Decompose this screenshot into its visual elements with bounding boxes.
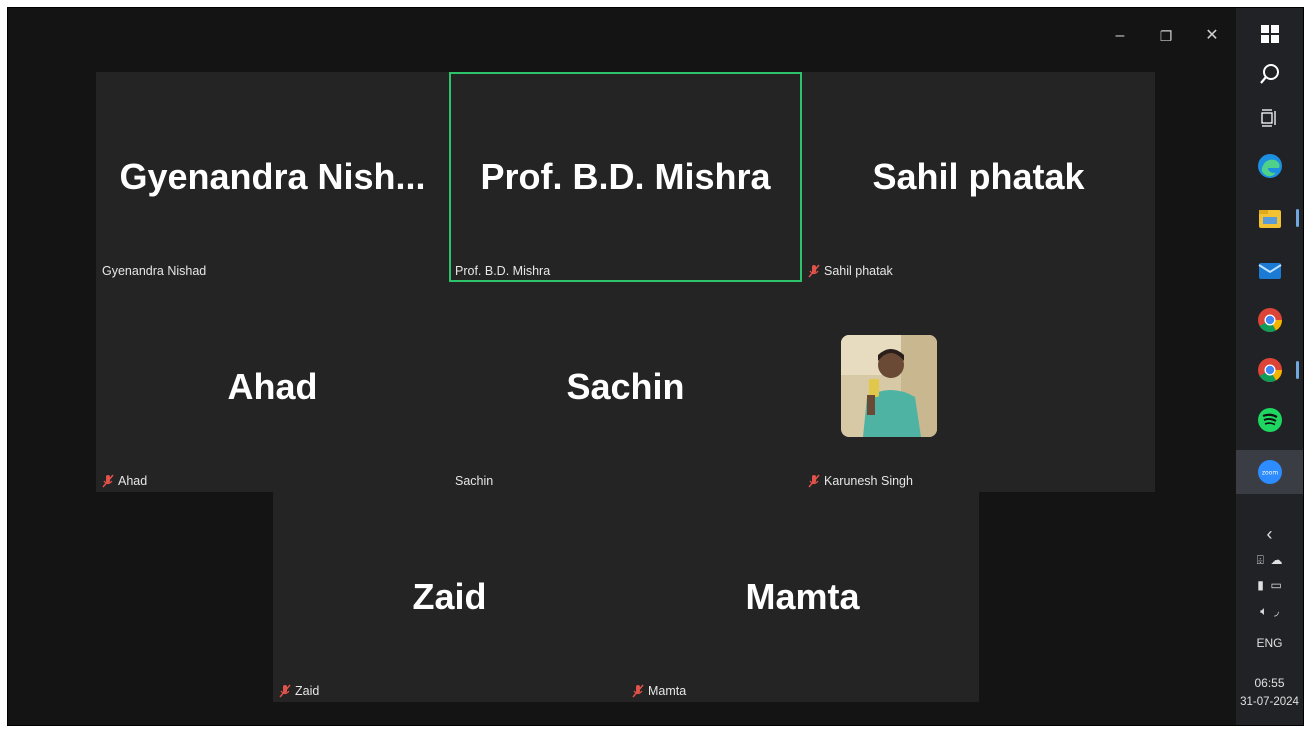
clock-time[interactable]: 06:55 bbox=[1236, 676, 1303, 690]
participant-name-label: Mamta bbox=[632, 684, 686, 698]
clock-date[interactable]: 31-07-2024 bbox=[1236, 696, 1303, 708]
participant-display-name: Prof. B.D. Mishra bbox=[480, 156, 771, 197]
participant-name-label: Zaid bbox=[279, 684, 319, 698]
system-tray-row: ⌹ ☁ bbox=[1236, 553, 1303, 568]
participant-tile[interactable]: Mamta Mamta bbox=[626, 492, 979, 702]
search-icon[interactable] bbox=[1236, 54, 1303, 94]
participant-name-label: Gyenandra Nishad bbox=[102, 264, 207, 278]
onedrive-icon[interactable]: ☁ bbox=[1270, 553, 1282, 567]
participant-tile[interactable]: Zaid Zaid bbox=[273, 492, 626, 702]
running-indicator bbox=[1296, 361, 1299, 379]
system-tray-row: 🔈︎ ◞ bbox=[1236, 604, 1303, 619]
participant-display-name: Ahad bbox=[227, 366, 318, 407]
participant-display-name: Sahil phatak bbox=[872, 156, 1085, 197]
chrome-icon[interactable] bbox=[1236, 350, 1303, 390]
screen: – ❐ ✕ Gyenandra Nish... Gyenandra Nishad… bbox=[7, 7, 1304, 726]
participant-name-label: Karunesh Singh bbox=[808, 474, 913, 488]
participant-name-label: Prof. B.D. Mishra bbox=[455, 264, 551, 278]
running-indicator bbox=[1296, 209, 1299, 227]
language-indicator[interactable]: ENG bbox=[1236, 636, 1303, 650]
participant-name-label: Sachin bbox=[455, 474, 494, 488]
show-hidden-icons-chevron[interactable]: ‹ bbox=[1236, 524, 1303, 545]
minimize-button[interactable]: – bbox=[1105, 24, 1135, 48]
close-button[interactable]: ✕ bbox=[1197, 24, 1227, 48]
participant-tile[interactable]: Sachin Sachin bbox=[449, 282, 802, 492]
restore-button[interactable]: ❐ bbox=[1151, 24, 1181, 48]
muted-mic-icon bbox=[808, 264, 820, 278]
participant-display-name: Gyenandra Nish... bbox=[119, 156, 426, 197]
edge-icon[interactable] bbox=[1236, 146, 1303, 186]
mail-icon[interactable] bbox=[1236, 250, 1303, 290]
participant-display-name: Mamta bbox=[745, 576, 860, 617]
microphone-icon[interactable]: ▮ bbox=[1257, 578, 1264, 592]
participant-display-name: Sachin bbox=[566, 366, 685, 407]
muted-mic-icon bbox=[279, 684, 291, 698]
taskbar: zoom ‹ ⌹ ☁ ▮ ▭ 🔈︎ ◞ ENG 06:55 31-07-2024 bbox=[1236, 8, 1303, 725]
task-view-icon[interactable] bbox=[1236, 98, 1303, 138]
participant-tile-active-speaker[interactable]: Prof. B.D. Mishra Prof. B.D. Mishra bbox=[449, 72, 802, 282]
participant-name-label: Ahad bbox=[102, 474, 147, 488]
participant-tile[interactable]: Gyenandra Nish... Gyenandra Nishad bbox=[96, 72, 449, 282]
volume-icon[interactable]: 🔈︎ bbox=[1260, 604, 1267, 618]
wifi-icon[interactable]: ◞ bbox=[1274, 604, 1279, 618]
participant-tile[interactable]: Ahad Ahad bbox=[96, 282, 449, 492]
windows-start-icon[interactable] bbox=[1236, 14, 1303, 54]
participant-display-name: Zaid bbox=[412, 576, 487, 617]
battery-icon[interactable]: ▭ bbox=[1270, 578, 1281, 592]
muted-mic-icon bbox=[102, 474, 114, 488]
participant-name-label: Sahil phatak bbox=[808, 264, 893, 278]
spotify-icon[interactable] bbox=[1236, 400, 1303, 440]
zoom-icon-text: zoom bbox=[1261, 470, 1277, 477]
muted-mic-icon bbox=[808, 474, 820, 488]
participant-tile[interactable]: Sahil phatak Sahil phatak bbox=[802, 72, 1155, 282]
device-icon[interactable]: ⌹ bbox=[1257, 553, 1264, 567]
zoom-icon[interactable]: zoom bbox=[1236, 450, 1303, 494]
system-tray-row: ▮ ▭ bbox=[1236, 578, 1303, 592]
file-explorer-icon[interactable] bbox=[1236, 198, 1303, 238]
participant-profile-photo bbox=[841, 335, 937, 437]
zoom-meeting-window: – ❐ ✕ Gyenandra Nish... Gyenandra Nishad… bbox=[8, 8, 1236, 725]
muted-mic-icon bbox=[632, 684, 644, 698]
chrome-icon[interactable] bbox=[1236, 300, 1303, 340]
